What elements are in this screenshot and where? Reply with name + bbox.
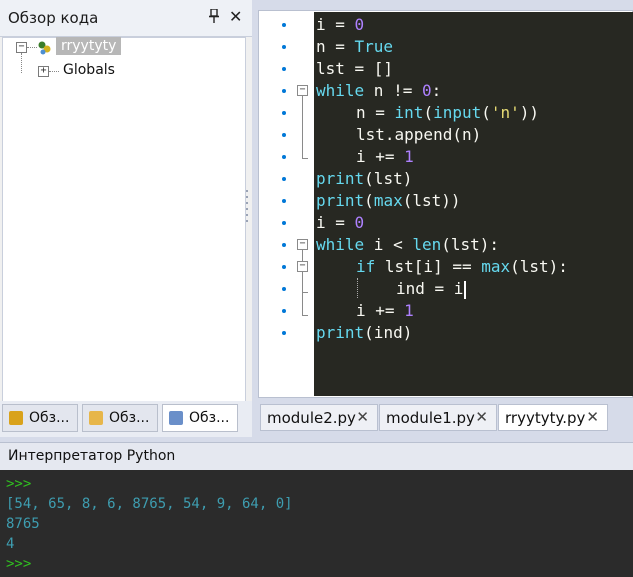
tab-overview-1[interactable]: Обз...: [2, 404, 78, 432]
code-line[interactable]: if lst[i] == max(lst):: [356, 256, 568, 278]
console-output-line: [54, 65, 8, 6, 8765, 54, 9, 64, 0]: [6, 496, 293, 512]
code-line[interactable]: ind = i: [396, 278, 463, 300]
tree-item-globals[interactable]: Globals: [63, 62, 115, 82]
line-marker: [282, 309, 286, 313]
line-marker: [282, 199, 286, 203]
tab-overview-2-label: Обз...: [109, 410, 150, 426]
collapse-icon[interactable]: −: [16, 42, 27, 53]
tab-overview-3-label: Обз...: [189, 410, 230, 426]
tree-connector: [49, 71, 59, 72]
line-marker: [282, 243, 286, 247]
tree-item-root-label: rryytyty: [56, 37, 122, 55]
line-marker: [282, 133, 286, 137]
tab-rryytyty[interactable]: rryytyty.py ✕: [498, 404, 608, 431]
line-marker: [282, 45, 286, 49]
code-line[interactable]: i += 1: [356, 146, 414, 168]
fold-collapse-icon[interactable]: −: [297, 239, 308, 250]
code-overview-tabs: Обз... Обз... Обз...: [0, 401, 252, 437]
package-icon: [89, 411, 103, 425]
tree-connector: [21, 53, 22, 73]
tab-close-icon[interactable]: ✕: [586, 408, 599, 426]
code-line[interactable]: n = True: [316, 36, 393, 58]
code-line[interactable]: print(lst): [316, 168, 412, 190]
code-line[interactable]: i = 0: [316, 212, 364, 234]
tab-module1-label: module1.py: [386, 409, 475, 427]
interpreter-title: Интерпретатор Python: [8, 448, 176, 464]
line-marker: [282, 23, 286, 27]
tree-item-root[interactable]: rryytyty: [56, 37, 122, 58]
code-line[interactable]: n = int(input('n')): [356, 102, 539, 124]
code-line[interactable]: print(ind): [316, 322, 412, 344]
tab-overview-3[interactable]: Обз...: [162, 404, 238, 432]
console-prompt: >>>: [6, 556, 32, 572]
fold-guide: [302, 272, 303, 292]
line-marker: [282, 177, 286, 181]
code-overview-title: Обзор кода: [8, 9, 99, 27]
line-marker: [282, 155, 286, 159]
fold-collapse-icon[interactable]: −: [297, 85, 308, 96]
tab-module2-label: module2.py: [267, 409, 356, 427]
code-tree: [2, 37, 246, 403]
code-line[interactable]: i += 1: [356, 300, 414, 322]
tab-overview-2[interactable]: Обз...: [82, 404, 158, 432]
splitter-grip[interactable]: [244, 188, 250, 228]
tab-module1[interactable]: module1.py ✕: [379, 404, 497, 431]
fold-guide: [302, 96, 303, 158]
code-line[interactable]: i = 0: [316, 14, 364, 36]
code-line[interactable]: print(max(lst)): [316, 190, 461, 212]
python-console[interactable]: [0, 470, 633, 577]
line-marker: [282, 111, 286, 115]
text-cursor: [464, 281, 466, 299]
pin-icon[interactable]: [208, 8, 220, 27]
tree-connector: [27, 47, 37, 48]
line-marker: [282, 89, 286, 93]
tab-overview-1-label: Обз...: [29, 410, 70, 426]
fold-guide: [302, 293, 303, 315]
python-module-icon: [37, 40, 53, 60]
line-marker: [282, 67, 286, 71]
code-line[interactable]: while n != 0:: [316, 80, 441, 102]
tab-close-icon[interactable]: ✕: [475, 408, 488, 426]
code-line[interactable]: lst.append(n): [356, 124, 481, 146]
fold-collapse-icon[interactable]: −: [297, 261, 308, 272]
splitter-grip[interactable]: [455, 437, 489, 451]
folder-icon: [9, 411, 23, 425]
tab-rryytyty-label: rryytyty.py: [505, 409, 586, 427]
editor-tabs: module2.py ✕ module1.py ✕ rryytyty.py ✕: [258, 404, 633, 434]
fold-end: [302, 315, 308, 316]
fold-end: [302, 158, 308, 159]
code-line[interactable]: while i < len(lst):: [316, 234, 499, 256]
line-marker: [282, 221, 286, 225]
indent-guide: [357, 278, 358, 298]
overview-icon: [169, 411, 183, 425]
line-marker: [282, 265, 286, 269]
console-prompt: >>>: [6, 476, 32, 492]
console-output-line: 4: [6, 536, 15, 552]
editor-gutter: [260, 12, 314, 396]
expand-icon[interactable]: +: [38, 66, 49, 77]
tab-close-icon[interactable]: ✕: [356, 408, 369, 426]
console-output-line: 8765: [6, 516, 40, 532]
line-marker: [282, 287, 286, 291]
tab-module2[interactable]: module2.py ✕: [260, 404, 378, 431]
code-line[interactable]: lst = []: [316, 58, 393, 80]
line-marker: [282, 331, 286, 335]
close-icon[interactable]: ✕: [229, 7, 242, 26]
